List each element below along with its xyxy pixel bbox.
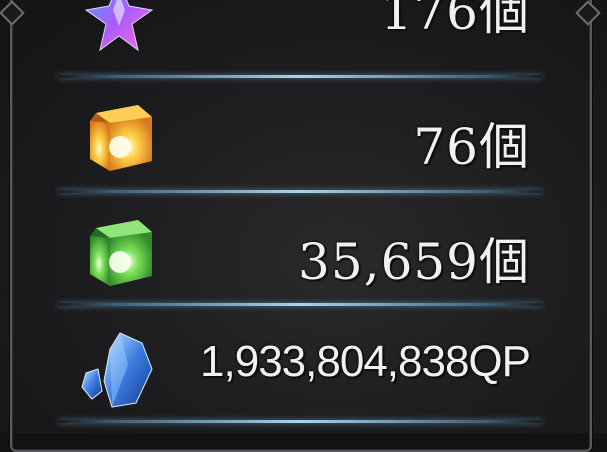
item-count: 76個 [413, 118, 530, 176]
item-count: 176個 [380, 0, 530, 41]
gold-cube-icon [84, 101, 156, 181]
item-count: 35,659個 [298, 233, 530, 291]
inventory-row-gold-cube: 76個 [60, 95, 530, 176]
row-divider [58, 420, 542, 423]
green-cube-icon [84, 216, 156, 296]
row-divider [58, 303, 542, 306]
saint-quartz-icon [84, 0, 154, 56]
qp-crystal-icon [80, 329, 156, 413]
qp-amount: 1,933,804,838QP [200, 337, 531, 386]
inventory-row-saint-quartz: 176個 [60, 0, 530, 52]
inventory-row-qp: 1,933,804,838QP [60, 325, 531, 408]
row-divider [58, 75, 542, 78]
inventory-panel: 176個 76個 35,659個 1,933,804,838QP [0, 0, 607, 452]
inventory-row-green-cube: 35,659個 [60, 210, 530, 291]
row-divider [58, 190, 542, 193]
